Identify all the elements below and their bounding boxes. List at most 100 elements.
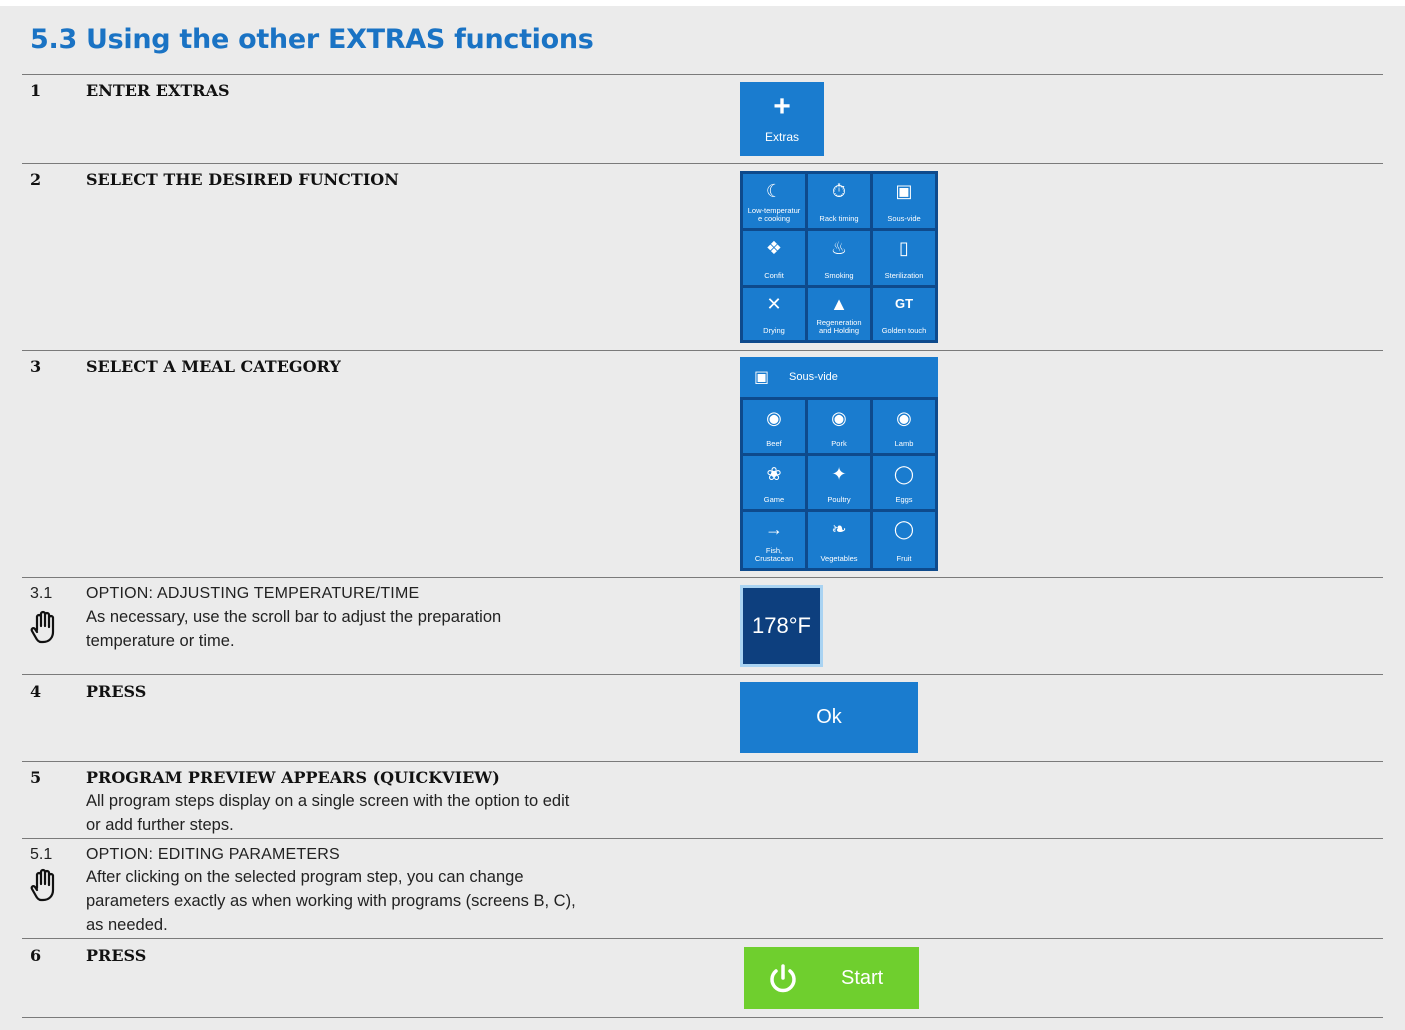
hand-icon: [30, 610, 55, 644]
body-line: temperature or time.: [86, 632, 235, 650]
dry-pear-icon: ✕: [766, 294, 782, 314]
category-tile-beef[interactable]: ◉ Beef: [743, 400, 805, 453]
step-heading: PRESS: [86, 682, 147, 701]
step-number: 3.1: [30, 585, 53, 602]
fish-icon: →: [765, 519, 783, 539]
stopwatch-icon: ⏱: [831, 181, 847, 201]
category-tile-eggs[interactable]: ◯ Eggs: [873, 456, 935, 509]
divider: [22, 74, 1383, 75]
tile-label: Golden touch: [881, 326, 927, 335]
tile-label: Smoking: [824, 271, 854, 280]
body-line: parameters exactly as when working with …: [86, 892, 576, 910]
body-line: All program steps display on a single sc…: [86, 792, 570, 810]
tile-label: Beef: [766, 439, 782, 448]
function-tile-sous-vide[interactable]: ▣ Sous-vide: [873, 174, 935, 228]
top-edge: [0, 0, 1405, 6]
tile-label: Sous-vide: [887, 214, 921, 223]
tile-label: Vegetables: [820, 554, 858, 563]
step-heading: ENTER EXTRAS: [86, 81, 230, 100]
step-number: 5: [30, 768, 42, 787]
step-number: 1: [30, 81, 42, 100]
vacuum-bag-icon: ▣: [895, 181, 913, 201]
function-tile-rack-timing[interactable]: ⏱ Rack timing: [808, 174, 870, 228]
function-tile-drying[interactable]: ✕ Drying: [743, 288, 805, 340]
temperature-value: 178°F: [743, 588, 820, 664]
sheep-icon: ◉: [896, 408, 912, 428]
tile-label: e cooking: [757, 214, 791, 223]
step-number: 3: [30, 357, 42, 376]
function-tile-regeneration[interactable]: ▲ Regeneration and Holding: [808, 288, 870, 340]
step-heading: PROGRAM PREVIEW APPEARS (QUICKVIEW): [86, 768, 500, 787]
step-number: 4: [30, 682, 42, 701]
tile-label: Crustacean: [754, 554, 794, 563]
function-tile-sterilization[interactable]: ▯ Sterilization: [873, 231, 935, 285]
category-tile-lamb[interactable]: ◉ Lamb: [873, 400, 935, 453]
category-panel-header: ▣ Sous-vide: [740, 357, 938, 397]
function-tile-confit[interactable]: ❖ Confit: [743, 231, 805, 285]
vacuum-bag-icon: ▣: [754, 369, 770, 386]
moon-chicken-icon: ☾: [765, 181, 783, 201]
divider: [22, 838, 1383, 839]
ok-button[interactable]: Ok: [740, 682, 918, 753]
plus-icon: +: [773, 90, 791, 123]
gt-icon: GT: [894, 296, 914, 311]
jar-icon: ▯: [899, 238, 909, 258]
category-tile-poultry[interactable]: ✦ Poultry: [808, 456, 870, 509]
tile-label: Drying: [763, 326, 785, 335]
step-heading: SELECT A MEAL CATEGORY: [86, 357, 341, 376]
divider: [22, 674, 1383, 675]
pear-icon: ◯: [893, 519, 915, 539]
start-label: Start: [841, 967, 884, 989]
function-tile-golden-touch[interactable]: GT Golden touch: [873, 288, 935, 340]
category-tile-fruit[interactable]: ◯ Fruit: [873, 512, 935, 568]
smoke-bowl-icon: ♨: [830, 238, 848, 258]
extras-button[interactable]: + Extras: [740, 82, 824, 156]
category-tile-fish[interactable]: → Fish, Crustacean: [743, 512, 805, 568]
step-heading: OPTION: ADJUSTING TEMPERATURE/TIME: [86, 585, 420, 602]
extras-label: Extras: [764, 130, 799, 144]
carrot-icon: ❧: [831, 519, 847, 539]
category-tile-vegetables[interactable]: ❧ Vegetables: [808, 512, 870, 568]
step-number: 6: [30, 946, 42, 965]
step-heading: OPTION: EDITING PARAMETERS: [86, 846, 340, 863]
step-body: After clicking on the selected program s…: [86, 865, 576, 937]
temperature-display[interactable]: 178°F: [740, 585, 823, 667]
cloche-icon: ▲: [830, 294, 848, 314]
chicken-icon: ✦: [831, 464, 847, 484]
step-body: As necessary, use the scroll bar to adju…: [86, 605, 501, 653]
tile-label: Poultry: [827, 495, 851, 504]
divider: [22, 1017, 1383, 1018]
hand-icon: [30, 868, 55, 902]
body-line: or add further steps.: [86, 816, 234, 834]
power-icon: [770, 964, 796, 993]
step-number: 2: [30, 170, 42, 189]
step-heading: PRESS: [86, 946, 147, 965]
body-line: After clicking on the selected program s…: [86, 868, 524, 886]
function-tile-low-temperature[interactable]: ☾ Low-temperatur e cooking: [743, 174, 805, 228]
tile-label: and Holding: [818, 326, 860, 335]
cow-icon: ◉: [766, 408, 782, 428]
function-grid: ☾ Low-temperatur e cooking ⏱ Rack timing …: [740, 171, 938, 343]
step-body: All program steps display on a single sc…: [86, 789, 569, 837]
tile-label: Fruit: [896, 554, 912, 563]
start-button[interactable]: Start: [744, 947, 919, 1009]
tile-label: Eggs: [895, 495, 913, 504]
function-tile-smoking[interactable]: ♨ Smoking: [808, 231, 870, 285]
duck-icon: ❖: [765, 238, 783, 258]
category-tile-pork[interactable]: ◉ Pork: [808, 400, 870, 453]
category-grid: ◉ Beef ◉ Pork ◉ Lamb ❀ Game ✦ Poultry ◯ …: [740, 397, 938, 571]
section-title: 5.3 Using the other EXTRAS functions: [30, 24, 594, 55]
tile-label: Rack timing: [819, 214, 859, 223]
divider: [22, 761, 1383, 762]
pig-icon: ◉: [831, 408, 847, 428]
tile-label: Game: [763, 495, 785, 504]
divider: [22, 577, 1383, 578]
divider: [22, 163, 1383, 164]
divider: [22, 350, 1383, 351]
tile-label: Pork: [831, 439, 847, 448]
divider: [22, 938, 1383, 939]
category-tile-game[interactable]: ❀ Game: [743, 456, 805, 509]
tile-label: Sterilization: [884, 271, 924, 280]
step-number: 5.1: [30, 846, 53, 863]
tile-label: Lamb: [894, 439, 914, 448]
